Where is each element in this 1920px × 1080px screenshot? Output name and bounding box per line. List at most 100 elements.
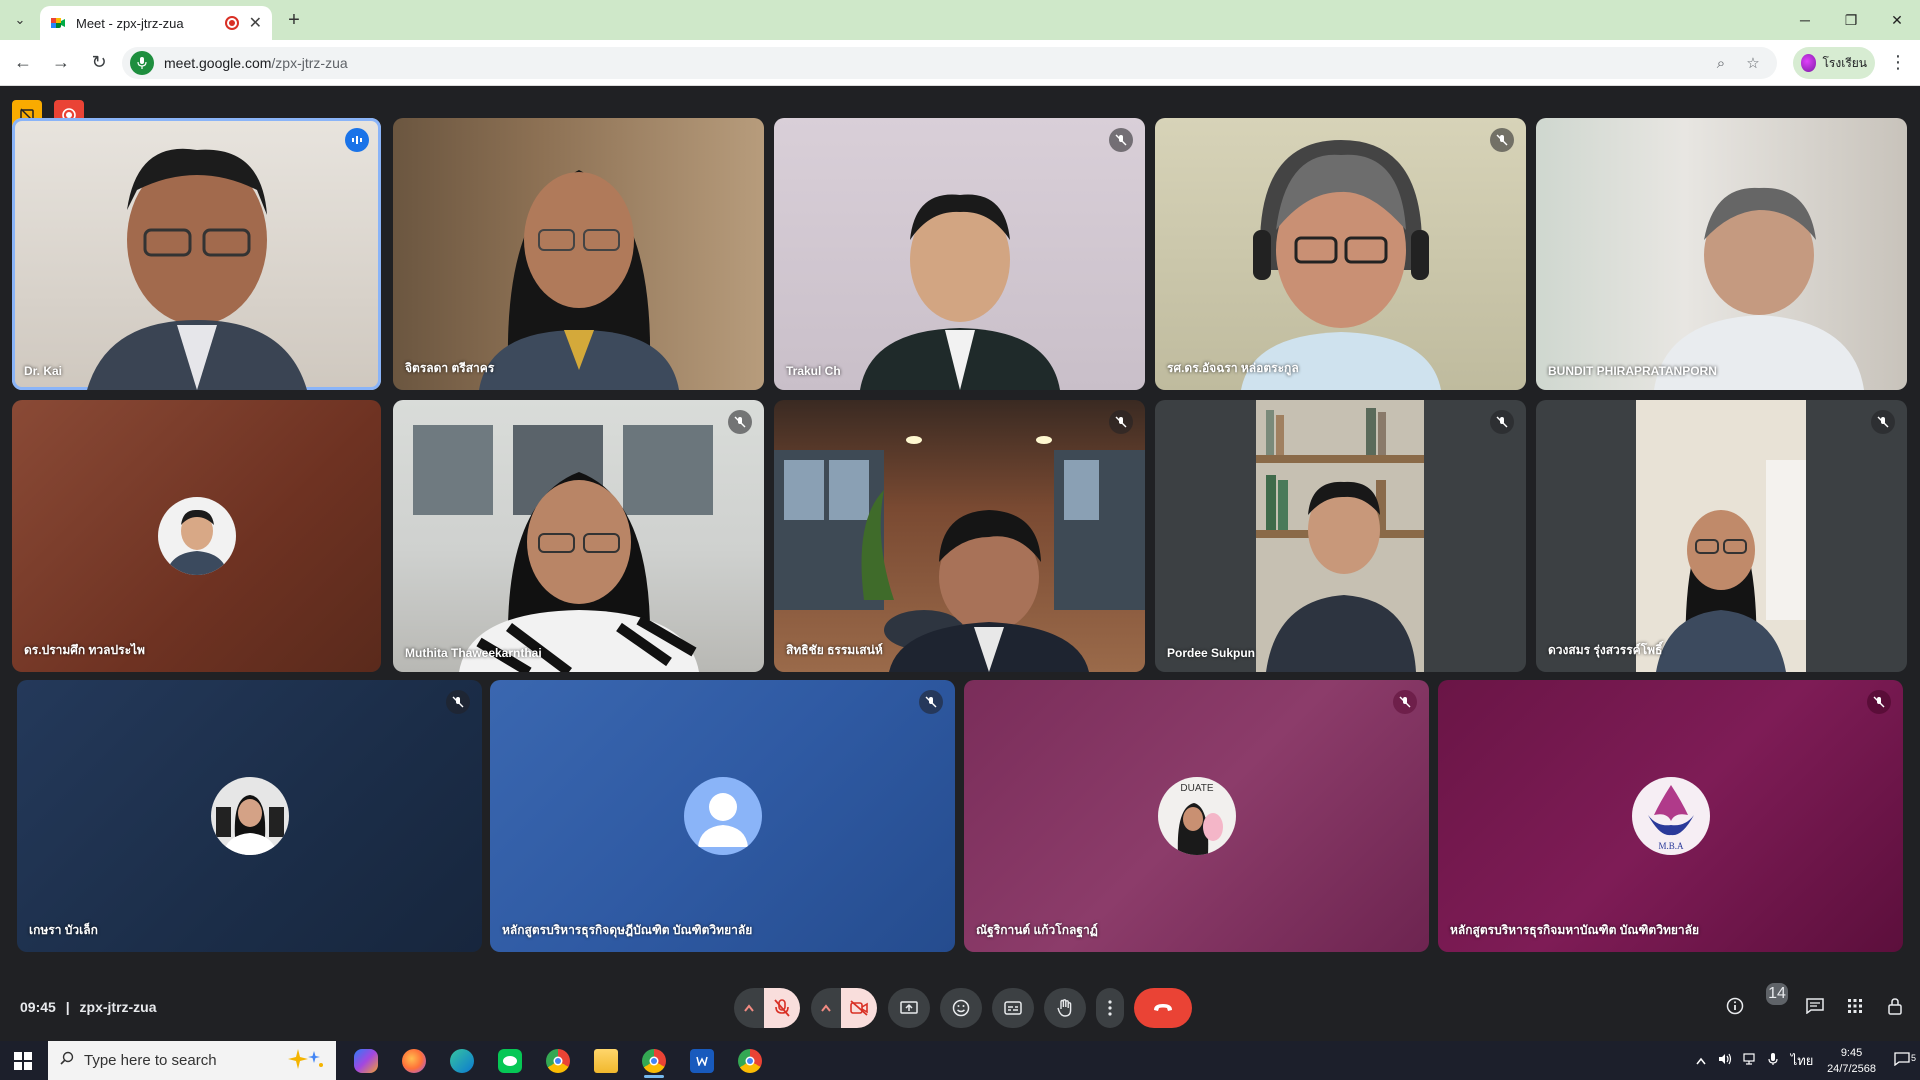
default-avatar-icon — [683, 777, 762, 855]
url-text: meet.google.com/zpx-jtrz-zua — [164, 55, 1705, 71]
chrome-app-2[interactable] — [726, 1041, 774, 1080]
notification-count: 5 — [1910, 1053, 1916, 1063]
participant-tile[interactable]: จิตรลดา ตรีสาคร — [393, 118, 764, 390]
word-app[interactable] — [678, 1041, 726, 1080]
participant-tile[interactable]: Pordee Sukpun — [1155, 400, 1526, 672]
mic-muted-icon — [1109, 410, 1133, 434]
participant-tile[interactable]: รศ.ดร.อัจฉรา หล่อตระกูล — [1155, 118, 1526, 390]
camera-control-group — [811, 988, 877, 1028]
url-host: meet.google.com — [164, 55, 272, 71]
minimize-button[interactable]: ─ — [1782, 0, 1828, 40]
camera-toggle-button[interactable] — [841, 988, 877, 1028]
meeting-code: zpx-jtrz-zua — [79, 999, 157, 1015]
forward-button[interactable]: → — [46, 48, 76, 78]
notification-center-icon[interactable]: 5 — [1884, 1052, 1920, 1069]
bookmark-star-icon[interactable]: ☆ — [1737, 54, 1769, 72]
participant-tile[interactable]: M.B.A หลักสูตรบริหารธุรกิจมหาบัณฑิต บัณฑ… — [1438, 680, 1903, 952]
participant-tile[interactable]: สิทธิชัย ธรรมเสน่ห์ — [774, 400, 1145, 672]
participant-name: Dr. Kai — [24, 364, 63, 378]
people-icon[interactable]: 14 — [1764, 983, 1788, 1017]
participant-name: Trakul Ch — [786, 364, 841, 378]
participant-tile[interactable]: หลักสูตรบริหารธุรกิจดุษฎีบัณฑิต บัณฑิตวิ… — [490, 680, 955, 952]
taskbar-clock[interactable]: 9:45 24/7/2568 — [1827, 1045, 1876, 1077]
participant-tile[interactable]: BUNDIT PHIRAPRATANPORN — [1536, 118, 1907, 390]
participant-tile[interactable]: Trakul Ch — [774, 118, 1145, 390]
participant-tile[interactable]: DUATE ณัฐริกานต์ แก้วโกลฐาฏ์ — [964, 680, 1429, 952]
host-controls-lock-icon[interactable] — [1884, 995, 1906, 1017]
tab-search-button[interactable]: ⌄ — [8, 8, 32, 32]
meet-stage: Dr. Kai จิตรลดา ตรีสาคร Trakul Ch รศ.ดร.… — [0, 86, 1920, 1041]
camera-options-chevron-icon[interactable] — [811, 988, 841, 1028]
show-hidden-icons-chevron-icon[interactable] — [1689, 1053, 1713, 1068]
participant-tile[interactable]: เกษรา บัวเล็ก — [17, 680, 482, 952]
meeting-info: 09:45 | zpx-jtrz-zua — [20, 999, 157, 1015]
site-info-icon[interactable] — [130, 51, 154, 75]
search-placeholder: Type here to search — [84, 1052, 217, 1069]
participant-tile[interactable]: ดวงสมร รุ่งสวรรค์โพธิ์ — [1536, 400, 1907, 672]
restore-button[interactable]: ❐ — [1828, 0, 1874, 40]
mic-muted-icon — [919, 690, 943, 714]
raise-hand-icon[interactable] — [1044, 988, 1086, 1028]
windows-start-button[interactable] — [0, 1041, 46, 1080]
reload-button[interactable]: ↻ — [84, 48, 114, 78]
copilot-icon — [354, 1048, 378, 1073]
meeting-time: 09:45 — [20, 999, 56, 1015]
meet-favicon-icon — [50, 15, 66, 31]
mic-muted-icon — [1871, 410, 1895, 434]
participant-name: หลักสูตรบริหารธุรกิจมหาบัณฑิต บัณฑิตวิทย… — [1450, 923, 1700, 937]
clock-time: 9:45 — [1840, 1046, 1863, 1059]
profile-button[interactable]: โรงเรียน — [1793, 47, 1875, 79]
emoji-reaction-icon[interactable] — [940, 988, 982, 1028]
participant-tile[interactable]: Dr. Kai — [12, 118, 381, 390]
network-icon[interactable] — [1737, 1053, 1761, 1068]
participant-avatar — [210, 777, 289, 855]
mic-toggle-button[interactable] — [764, 988, 800, 1028]
mic-options-chevron-icon[interactable] — [734, 988, 764, 1028]
leave-call-button[interactable] — [1134, 988, 1192, 1028]
tab-close-icon[interactable]: ✕ — [249, 13, 262, 33]
recording-indicator-icon — [224, 16, 239, 30]
participant-name: ดร.ปรามศึก ทวลประไพ — [24, 643, 145, 657]
firefox-app[interactable] — [390, 1041, 438, 1080]
chrome-app[interactable] — [534, 1041, 582, 1080]
meeting-details-icon[interactable] — [1724, 995, 1746, 1017]
more-options-icon[interactable] — [1096, 988, 1124, 1028]
address-bar[interactable]: meet.google.com/zpx-jtrz-zua ⌕ ☆ — [122, 47, 1777, 79]
firefox-icon — [402, 1048, 426, 1073]
participant-tile[interactable]: ดร.ปรามศึก ทวลประไพ — [12, 400, 381, 672]
zoom-icon[interactable]: ⌕ — [1705, 55, 1737, 72]
participant-tile[interactable]: Muthita Thaweekarnthai — [393, 400, 764, 672]
window-close-button[interactable]: ✕ — [1874, 0, 1920, 40]
word-icon — [690, 1048, 714, 1073]
tab-meet[interactable]: Meet - zpx-jtrz-zua ✕ — [40, 6, 272, 40]
captions-icon[interactable] — [992, 988, 1034, 1028]
mba-logo: M.B.A — [1631, 777, 1710, 855]
new-tab-button[interactable]: + — [282, 8, 306, 32]
present-screen-icon[interactable] — [888, 988, 930, 1028]
copilot-app[interactable] — [342, 1041, 390, 1080]
mic-muted-icon — [1109, 128, 1133, 152]
separator: | — [65, 999, 70, 1015]
chrome-icon — [546, 1048, 570, 1073]
taskbar-apps — [342, 1041, 774, 1080]
line-app[interactable] — [486, 1041, 534, 1080]
mic-control-group — [734, 988, 800, 1028]
file-explorer-app[interactable] — [582, 1041, 630, 1080]
participant-name: เกษรา บัวเล็ก — [29, 923, 98, 937]
back-button[interactable]: ← — [8, 48, 38, 78]
activities-grid-icon[interactable] — [1844, 995, 1866, 1017]
chrome-app-active[interactable] — [630, 1041, 678, 1080]
volume-icon[interactable] — [1713, 1053, 1737, 1068]
microphone-in-use-icon[interactable] — [1761, 1052, 1785, 1069]
graduate-text: DUATE — [1180, 783, 1213, 794]
tab-title: Meet - zpx-jtrz-zua — [76, 15, 184, 31]
chat-icon[interactable] — [1804, 995, 1826, 1017]
participant-name: Muthita Thaweekarnthai — [405, 646, 542, 660]
participant-name: รศ.ดร.อัจฉรา หล่อตระกูล — [1167, 361, 1299, 375]
taskbar-search-input[interactable]: Type here to search — [48, 1041, 336, 1080]
browser-menu-icon[interactable]: ⋮ — [1886, 52, 1910, 76]
profile-label: โรงเรียน — [1822, 55, 1867, 70]
speaking-indicator-icon — [345, 128, 369, 152]
input-language-indicator[interactable]: ไทย — [1785, 1050, 1819, 1071]
edge-app[interactable] — [438, 1041, 486, 1080]
